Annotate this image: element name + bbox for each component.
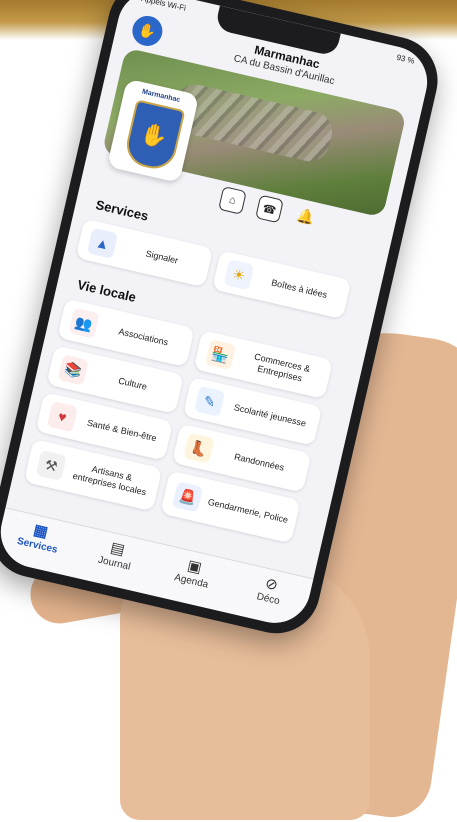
section-title-vie-locale: Vie locale bbox=[75, 276, 138, 305]
tab-services[interactable]: ▦ Services bbox=[0, 508, 82, 576]
app-logo-icon[interactable]: ✋ bbox=[129, 12, 166, 49]
tile-label: Santé & Bien-être bbox=[86, 417, 158, 443]
coat-of-arms-icon: ✋ bbox=[122, 99, 186, 173]
phone-book-icon[interactable]: ☎ bbox=[255, 194, 284, 224]
tab-decouvrir[interactable]: ⊘ Déco bbox=[225, 562, 314, 630]
tile-label: Culture bbox=[117, 375, 149, 392]
siren-icon: 🚨 bbox=[172, 481, 204, 513]
lightbulb-icon: ☀ bbox=[223, 259, 255, 291]
tab-agenda[interactable]: ▣ Agenda bbox=[148, 544, 237, 612]
tab-label: Déco bbox=[255, 591, 281, 608]
tab-label: Journal bbox=[96, 554, 132, 573]
tile-label: Associations bbox=[117, 325, 170, 347]
tile-label: Artisans & entreprises locales bbox=[71, 463, 148, 498]
books-icon: 📚 bbox=[57, 354, 89, 386]
tile-label: Commerces & Entreprises bbox=[253, 351, 312, 384]
people-icon: 👥 bbox=[68, 307, 100, 339]
home-icon[interactable]: ⌂ bbox=[218, 186, 247, 215]
tile-label: Randonnées bbox=[233, 451, 286, 473]
tile-signaler[interactable]: ▲ Signaler bbox=[75, 218, 214, 288]
section-title-services: Services bbox=[94, 197, 150, 224]
health-shield-icon: ♥ bbox=[46, 401, 79, 433]
tile-label: Signaler bbox=[144, 247, 180, 266]
tile-label: Gendarmerie, Police bbox=[207, 496, 290, 525]
boot-icon: 👢 bbox=[183, 432, 215, 464]
bell-icon[interactable]: 🔔 bbox=[293, 203, 319, 229]
pencil-ruler-icon: ✎ bbox=[194, 385, 226, 418]
village-roofs bbox=[168, 80, 336, 166]
cone-icon: ▲ bbox=[86, 227, 119, 259]
tab-label: Agenda bbox=[173, 572, 210, 591]
tile-label: Scolarité jeunesse bbox=[233, 401, 308, 429]
tab-journal[interactable]: ▤ Journal bbox=[71, 526, 160, 594]
battery-label: 93 % bbox=[395, 52, 416, 66]
tile-boites-a-idees[interactable]: ☀ Boîtes à idées bbox=[211, 250, 352, 320]
tile-label: Boîtes à idées bbox=[270, 276, 329, 300]
